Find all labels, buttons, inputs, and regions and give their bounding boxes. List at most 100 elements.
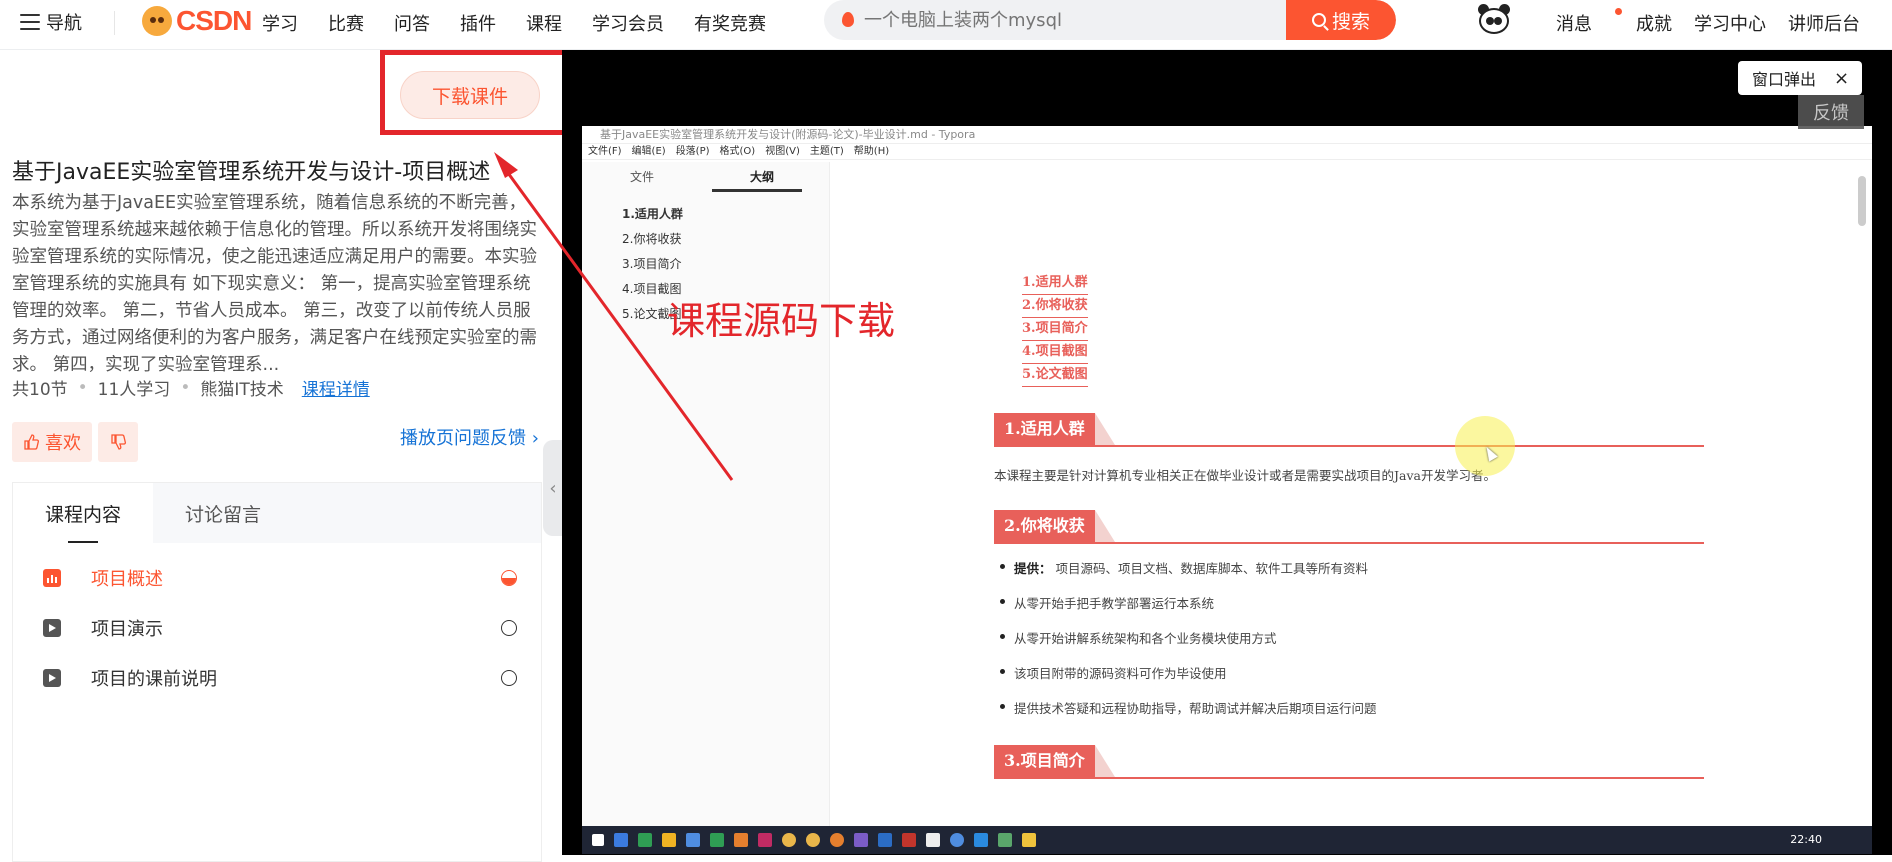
- nav-link-contest[interactable]: 比赛: [328, 10, 364, 36]
- tab-discussion[interactable]: 讨论留言: [153, 483, 293, 543]
- course-description: 本系统为基于JavaEE实验室管理系统，随着信息系统的不断完善，实验室管理系统越…: [12, 193, 537, 375]
- nav-menu-label: 导航: [46, 13, 82, 34]
- typora-menu-edit: 编辑(E): [631, 146, 666, 157]
- progress-half-icon: [501, 570, 517, 586]
- firefox-icon: [830, 833, 844, 847]
- notification-dot: [1615, 8, 1622, 15]
- achievements-link[interactable]: 成就: [1636, 10, 1672, 36]
- nav-link-membership[interactable]: 学习会员: [592, 10, 664, 36]
- dislike-button[interactable]: [98, 422, 138, 462]
- typora-tab-files: 文件: [629, 170, 654, 184]
- progress-empty-icon: [501, 620, 517, 636]
- taskbar-app-icon: [950, 833, 964, 847]
- typora-sidebar: 文件 大纲 1.适用人群 2.你将收获 3.项目简介 4.项目截图 5.论文截图: [582, 162, 830, 826]
- course-tabs-panel: 课程内容 讨论留言 项目概述 项目演示 项目的课前说明: [12, 482, 542, 862]
- player-feedback-button[interactable]: 反馈: [1798, 95, 1864, 129]
- chart-icon: [43, 569, 61, 587]
- course-title: 基于JavaEE实验室管理系统开发与设计-项目概述: [12, 160, 491, 185]
- typora-document: 1.适用人群 2.你将收获 3.项目简介 4.项目截图 5.论文截图 1.适用人…: [994, 162, 1704, 779]
- audience-text: 本课程主要是针对计算机专业相关正在做毕业设计或者是需要实战项目的Java开发学习…: [994, 468, 1496, 483]
- gain-item: 该项目附带的源码资料可作为毕设使用: [994, 663, 1704, 698]
- folder-icon: [1022, 833, 1036, 847]
- thumbs-up-icon: [24, 434, 39, 450]
- user-links: 消息 成就 学习中心 讲师后台: [1556, 8, 1882, 36]
- nav-link-study[interactable]: 学习: [262, 10, 298, 36]
- gain-item-text: 项目源码、项目文档、数据库脚本、软件工具等所有资料: [1055, 561, 1369, 576]
- menu-icon: [20, 14, 40, 30]
- monkey-logo-icon: [142, 6, 172, 36]
- nav-link-courses[interactable]: 课程: [526, 10, 562, 36]
- messages-link[interactable]: 消息: [1556, 8, 1622, 36]
- tab-row: 课程内容 讨论留言: [13, 483, 541, 543]
- course-author[interactable]: 熊猫IT技术: [200, 375, 283, 400]
- popout-window-button[interactable]: 窗口弹出 ×: [1738, 61, 1862, 95]
- typora-side-tabs: 文件 大纲: [582, 162, 829, 192]
- lesson-item-intro-notes[interactable]: 项目的课前说明: [13, 653, 541, 703]
- toc-item: 2.你将收获: [1022, 295, 1088, 318]
- taskbar-app-icon: [710, 833, 724, 847]
- heading-intro: 3.项目简介: [994, 745, 1704, 779]
- gain-item: 提供： 项目源码、项目文档、数据库脚本、软件工具等所有资料: [994, 558, 1704, 593]
- progress-empty-icon: [501, 670, 517, 686]
- taskbar-app-icon: [854, 833, 868, 847]
- popout-label: 窗口弹出: [1752, 70, 1817, 89]
- typora-menu-view: 视图(V): [765, 146, 800, 157]
- nav-link-qa[interactable]: 问答: [394, 10, 430, 36]
- word-icon: [878, 833, 892, 847]
- typora-menu-file: 文件(F): [588, 146, 622, 157]
- search-button[interactable]: 搜索: [1286, 0, 1396, 40]
- gain-item: 提供技术答疑和远程协助指导，帮助调试并解决后期项目运行问题: [994, 698, 1704, 733]
- csdn-logo[interactable]: CSDN: [142, 5, 252, 37]
- course-meta: 共10节 • 11人学习 • 熊猫IT技术 课程详情: [12, 375, 370, 401]
- play-icon: [43, 669, 61, 687]
- thumbs-down-icon: [111, 434, 126, 450]
- taskbar-app-icon: [902, 833, 916, 847]
- toc-item: 5.论文截图: [1022, 364, 1088, 387]
- lesson-item-demo[interactable]: 项目演示: [13, 603, 541, 653]
- meta-separator: •: [77, 377, 88, 398]
- annotation-text: 课程源码下载: [667, 299, 896, 343]
- lesson-title: 项目的课前说明: [91, 669, 217, 690]
- meta-separator: •: [180, 377, 191, 398]
- taskbar-app-icon: [614, 833, 628, 847]
- like-button[interactable]: 喜欢: [12, 422, 92, 462]
- course-detail-link[interactable]: 课程详情: [302, 375, 370, 400]
- search-input[interactable]: [864, 0, 1304, 40]
- taskbar-clock: 22:40: [1790, 833, 1822, 846]
- typora-menu-paragraph: 段落(P): [675, 146, 710, 157]
- logo-text: CSDN: [176, 5, 252, 36]
- typora-scrollbar: [1858, 176, 1866, 226]
- instructor-dashboard-link[interactable]: 讲师后台: [1788, 10, 1860, 36]
- heading-label: 1.适用人群: [994, 413, 1115, 445]
- learners-count: 11人学习: [97, 380, 171, 400]
- taskbar-app-icon: [998, 833, 1012, 847]
- table-of-contents: 1.适用人群 2.你将收获 3.项目简介 4.项目截图 5.论文截图: [1022, 272, 1704, 387]
- taskbar-app-icon: [638, 833, 652, 847]
- chrome-icon: [782, 833, 796, 847]
- search-bar: 搜索: [824, 0, 1396, 40]
- hot-fire-icon: [842, 12, 854, 27]
- user-avatar[interactable]: [1476, 4, 1512, 36]
- nav-menu-button[interactable]: 导航: [20, 9, 82, 35]
- toc-item: 4.项目截图: [1022, 341, 1088, 364]
- lesson-item-overview[interactable]: 项目概述: [13, 553, 541, 603]
- typora-title-bar: 基于JavaEE实验室管理系统开发与设计(附源码-论文)-毕业设计.md - T…: [582, 126, 1872, 144]
- nav-link-plugins[interactable]: 插件: [460, 10, 496, 36]
- outline-item: 1.适用人群: [622, 207, 683, 221]
- search-button-label: 搜索: [1331, 10, 1370, 33]
- taskbar-app-icon: [926, 833, 940, 847]
- tab-course-content[interactable]: 课程内容: [13, 483, 153, 543]
- toc-item: 3.项目简介: [1022, 318, 1088, 341]
- collapse-panel-handle[interactable]: ‹: [543, 440, 563, 536]
- heading-audience: 1.适用人群: [994, 413, 1704, 447]
- top-navbar: 导航 CSDN 学习 比赛 问答 插件 课程 学习会员 有奖竞赛 搜索 消息 成…: [0, 0, 1892, 50]
- lesson-title: 项目概述: [91, 569, 163, 590]
- messages-label: 消息: [1556, 14, 1592, 35]
- course-info-panel: 下载课件 基于JavaEE实验室管理系统开发与设计-项目概述 本系统为基于Jav…: [0, 50, 580, 862]
- lessons-count: 共10节: [12, 380, 68, 400]
- learning-center-link[interactable]: 学习中心: [1694, 10, 1766, 36]
- close-icon[interactable]: ×: [1834, 68, 1849, 89]
- playback-feedback-link[interactable]: 播放页问题反馈 ›: [400, 424, 539, 450]
- nav-link-prize-contest[interactable]: 有奖竞赛: [694, 10, 766, 36]
